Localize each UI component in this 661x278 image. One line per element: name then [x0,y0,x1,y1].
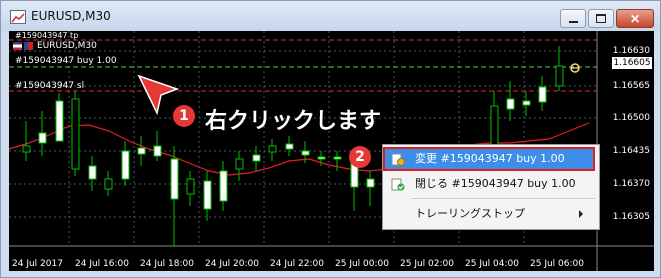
time-tick: 24 Jul 18:00 [140,259,194,269]
time-tick: 24 Jul 16:00 [75,259,129,269]
close-icon: ✕ [629,11,641,26]
submenu-arrow-icon [579,210,583,218]
time-tick: 24 Jul 2017 [12,259,63,269]
pointer-arrow-icon [137,74,180,116]
chart-app-icon [10,10,26,24]
menu-item-close-order[interactable]: 閉じる #159043947 buy 1.00 [385,174,593,194]
modify-order-icon [391,152,405,166]
menu-item-trailing-stop[interactable]: トレーリングストップ [385,204,593,224]
menu-item-modify-order[interactable]: 変更 #159043947 buy 1.00 [383,147,595,171]
menu-separator [411,198,595,199]
close-window-button[interactable]: ✕ [616,9,654,28]
time-tick: 25 Jul 04:00 [465,259,519,269]
window-title: EURUSD,M30 [31,9,111,23]
menu-item-label: トレーリングストップ [415,207,525,220]
price-tick: 1.16565 [612,81,650,91]
menu-item-label: 閉じる #159043947 buy 1.00 [415,177,576,190]
us-flag-icon [24,42,33,50]
current-price-tag: 1.16605 [612,57,652,69]
time-tick: 25 Jul 02:00 [400,259,454,269]
step-2-badge: 2 [349,146,371,168]
price-tick: 1.16630 [612,46,650,56]
chart-window: EURUSD,M30 ✕ EURUSD,M30 #159043947 tp #1… [0,0,661,278]
maximize-button[interactable] [588,9,614,28]
order-sl-label: #159043947 sl [15,81,85,91]
menu-item-label: 変更 #159043947 buy 1.00 [415,152,565,165]
chart-symbol-label: EURUSD,M30 [37,41,97,51]
time-tick: 24 Jul 22:00 [270,259,324,269]
maximize-icon [596,14,606,23]
order-buy-label[interactable]: #159043947 buy 1.00 [15,56,117,66]
minimize-icon [568,20,578,23]
close-order-icon [391,177,405,191]
title-bar[interactable]: EURUSD,M30 ✕ [1,1,660,31]
order-tp-label: #159043947 tp [15,31,79,40]
price-tick: 1.16305 [612,212,650,222]
step-1-badge: 1 [173,105,195,127]
step-1-instruction: 右クリックします [205,109,382,134]
order-context-menu: 変更 #159043947 buy 1.00 閉じる #159043947 bu… [382,144,600,230]
time-tick: 25 Jul 00:00 [335,259,389,269]
crosshair-icon [570,63,580,73]
time-tick: 24 Jul 20:00 [205,259,259,269]
price-tick: 1.16370 [612,179,650,189]
eu-flag-icon [13,42,22,50]
time-tick: 25 Jul 06:00 [530,259,584,269]
price-tick: 1.16500 [612,113,650,123]
minimize-button[interactable] [560,9,586,28]
price-tick: 1.16435 [612,146,650,156]
